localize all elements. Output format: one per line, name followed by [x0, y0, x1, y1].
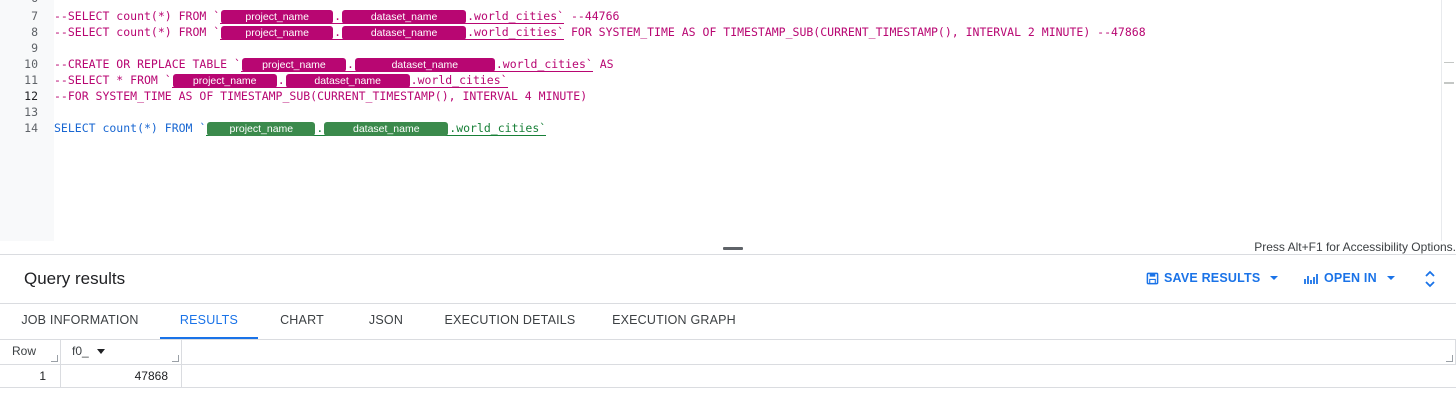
sql-editor[interactable]: 6 7 8 9 10 11 12 13 14 --SELECT count(*)…: [0, 0, 1456, 241]
scrollbar-marker: [1444, 82, 1454, 84]
caret-down-icon: [1270, 276, 1279, 280]
redacted-project-name: project_name: [172, 73, 277, 88]
code-line-7: --SELECT count(*) FROM ` project_name. dat…: [54, 8, 619, 24]
line-number: 8: [31, 25, 38, 39]
line-number: 6: [31, 0, 38, 6]
column-header-label: f0_: [72, 344, 89, 358]
redacted-dataset-name: dataset_name: [342, 9, 467, 24]
redacted-project-name: project_name: [221, 9, 334, 24]
code-line-11: --SELECT * FROM ` project_name. dataset_na…: [54, 72, 508, 88]
tab-execution-details[interactable]: EXECUTION DETAILS: [426, 304, 594, 339]
code-text: .: [334, 9, 342, 23]
value-cell-f0[interactable]: 47868: [61, 365, 182, 387]
results-header: Query results SAVE RESULTS OPEN IN: [0, 255, 1456, 304]
code-text: --SELECT * FROM `: [54, 73, 172, 87]
code-text: --44766: [564, 9, 620, 23]
line-number: 13: [24, 105, 38, 119]
scrollbar-marker: [1444, 62, 1454, 63]
row-number-cell: 1: [0, 365, 61, 387]
chart-explore-icon: [1304, 273, 1318, 284]
code-text: --CREATE OR REPLACE TABLE `: [54, 57, 241, 71]
code-text: .: [334, 25, 342, 39]
results-title: Query results: [24, 269, 126, 288]
code-text: FOR SYSTEM_TIME AS OF TIMESTAMP_SUB(CURR…: [564, 25, 1146, 39]
open-in-button[interactable]: OPEN IN: [1304, 271, 1396, 285]
line-number-active: 12: [24, 89, 38, 103]
column-resize-handle[interactable]: [172, 355, 179, 362]
redacted-dataset-name: dataset_name: [342, 25, 467, 40]
code-text: --SELECT count(*) FROM `: [54, 9, 221, 23]
tab-execution-graph[interactable]: EXECUTION GRAPH: [594, 304, 754, 339]
code-text: .world_cities`: [410, 73, 508, 87]
sort-caret-down-icon[interactable]: [97, 349, 105, 355]
code-text: .world_cities`: [495, 57, 593, 71]
results-grid: Row f0_ 1 47868: [0, 340, 1456, 409]
code-text: .: [346, 57, 354, 71]
open-in-label: OPEN IN: [1324, 271, 1377, 285]
column-header-f0[interactable]: f0_: [61, 340, 182, 364]
resize-handle-icon[interactable]: [723, 247, 743, 250]
redacted-project-name: project_name: [207, 121, 316, 136]
code-area[interactable]: --SELECT count(*) FROM ` project_name. dat…: [54, 0, 1442, 241]
code-text: .: [277, 73, 285, 87]
pane-divider[interactable]: [0, 241, 1456, 255]
table-row[interactable]: 1 47868: [0, 365, 1456, 388]
code-text: .world_cities`: [449, 121, 547, 135]
code-text: .world_cities`: [467, 25, 565, 39]
redacted-project-name: project_name: [241, 57, 346, 72]
code-text: SELECT count(*) FROM `: [54, 121, 207, 135]
line-number: 11: [24, 73, 38, 87]
code-line-12: --FOR SYSTEM_TIME AS OF TIMESTAMP_SUB(CU…: [54, 89, 588, 103]
code-line-10: --CREATE OR REPLACE TABLE ` project_name.…: [54, 56, 614, 72]
expand-collapse-button[interactable]: [1424, 270, 1436, 293]
code-text: AS: [592, 57, 614, 71]
tab-job-information[interactable]: JOB INFORMATION: [0, 304, 160, 339]
line-number: 10: [24, 57, 38, 71]
redacted-project-name: project_name: [221, 25, 334, 40]
redacted-dataset-name: dataset_name: [324, 121, 449, 136]
results-tabs: JOB INFORMATION RESULTS CHART JSON EXECU…: [0, 304, 1456, 340]
redacted-dataset-name: dataset_name: [354, 57, 495, 72]
empty-cell: [182, 365, 1456, 387]
tab-results[interactable]: RESULTS: [160, 304, 258, 339]
tab-json[interactable]: JSON: [346, 304, 426, 339]
tab-chart[interactable]: CHART: [258, 304, 346, 339]
code-line-8: --SELECT count(*) FROM ` project_name. dat…: [54, 24, 1146, 40]
column-resize-handle[interactable]: [51, 355, 58, 362]
code-text: --SELECT count(*) FROM `: [54, 25, 221, 39]
code-text: .: [316, 121, 324, 135]
caret-down-icon: [1386, 276, 1395, 280]
redacted-dataset-name: dataset_name: [285, 73, 410, 88]
column-resize-handle[interactable]: [1446, 355, 1453, 362]
accessibility-hint: Press Alt+F1 for Accessibility Options.: [1254, 240, 1456, 254]
editor-scrollbar[interactable]: [1441, 0, 1456, 241]
line-number: 7: [31, 9, 38, 23]
code-line-14: SELECT count(*) FROM ` project_name. datas…: [54, 120, 547, 136]
line-number-gutter: 6 7 8 9 10 11 12 13 14: [0, 0, 54, 241]
code-text: .world_cities`: [467, 9, 565, 23]
grid-header-row: Row f0_: [0, 340, 1456, 365]
column-header-label: Row: [12, 344, 37, 358]
column-header-empty: [182, 340, 1456, 364]
unfold-icon: [1425, 270, 1435, 288]
save-icon: [1146, 272, 1159, 284]
column-header-row[interactable]: Row: [0, 340, 61, 364]
save-results-label: SAVE RESULTS: [1164, 271, 1261, 285]
line-number: 14: [24, 121, 38, 135]
line-number: 9: [31, 41, 38, 55]
save-results-button[interactable]: SAVE RESULTS: [1146, 271, 1279, 285]
